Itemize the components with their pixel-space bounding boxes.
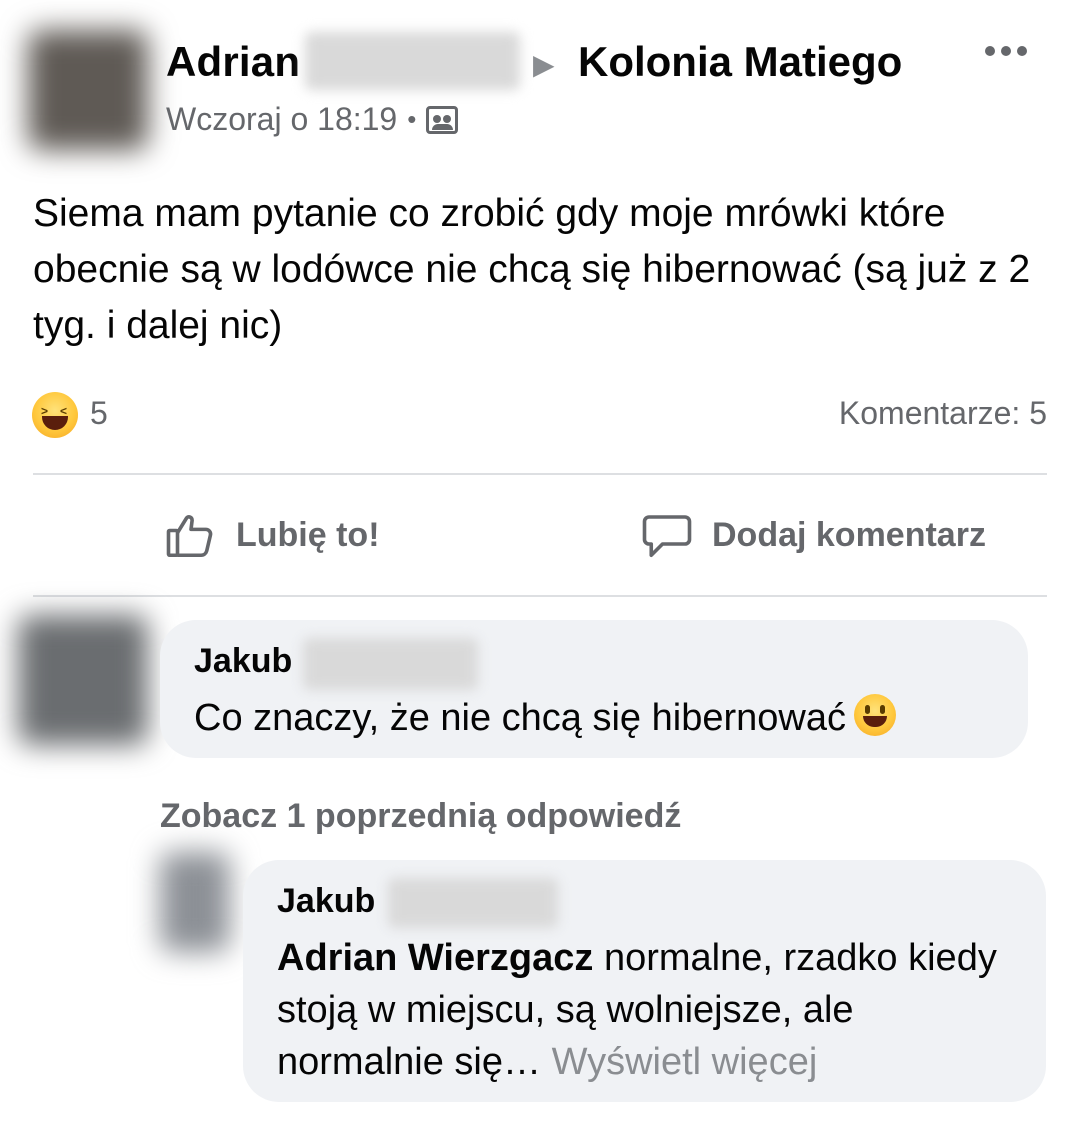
comments-count[interactable]: Komentarze: 5 (839, 395, 1047, 432)
like-button[interactable]: Lubię to! (164, 508, 380, 562)
haha-reaction-icon[interactable]: > < (32, 392, 78, 438)
post-timestamp[interactable]: Wczoraj o 18:19 (166, 101, 397, 138)
group-privacy-icon (426, 105, 459, 134)
comment-text-body: Co znaczy, że nie chcą się hibernować (194, 697, 846, 739)
more-options-icon[interactable] (985, 46, 1027, 56)
view-previous-replies-link[interactable]: Zobacz 1 poprzednią odpowiedź (160, 797, 681, 836)
reply-author-avatar[interactable] (160, 852, 230, 952)
meta-separator: • (407, 104, 417, 134)
post-author-name[interactable]: Adrian (166, 38, 300, 86)
thumbs-up-icon (166, 515, 213, 558)
reply-author-name[interactable]: Jakub (277, 882, 375, 921)
post-group-name[interactable]: Kolonia Matiego (578, 38, 902, 86)
reply-author-surname-redacted (388, 878, 558, 928)
comment-author-surname-redacted (303, 638, 478, 690)
smile-emoji-icon (853, 694, 896, 736)
reply-text: Adrian Wierzgacz normalne, rzadko kiedy … (277, 932, 1017, 1088)
add-comment-button[interactable]: Dodaj komentarz (640, 508, 986, 562)
see-more-link[interactable]: Wyświetl więcej (552, 1041, 818, 1083)
divider (33, 595, 1047, 597)
divider (33, 473, 1047, 475)
post-body: Siema mam pytanie co zrobić gdy moje mró… (33, 192, 1031, 347)
post-author-avatar[interactable] (28, 30, 148, 150)
reaction-count[interactable]: 5 (90, 395, 108, 432)
arrow-right-icon: ▶ (533, 49, 555, 80)
like-label: Lubię to! (236, 515, 380, 554)
comment-author-name[interactable]: Jakub (194, 642, 292, 681)
comment-bubble-icon (642, 515, 692, 558)
comment-author-avatar[interactable] (18, 615, 148, 745)
add-comment-label: Dodaj komentarz (712, 515, 986, 554)
comment-text: Co znaczy, że nie chcą się hibernować (194, 692, 896, 744)
reply-mention[interactable]: Adrian Wierzgacz (277, 937, 593, 979)
post-meta: Wczoraj o 18:19 • (166, 101, 459, 138)
post-author-surname-redacted (305, 32, 520, 90)
